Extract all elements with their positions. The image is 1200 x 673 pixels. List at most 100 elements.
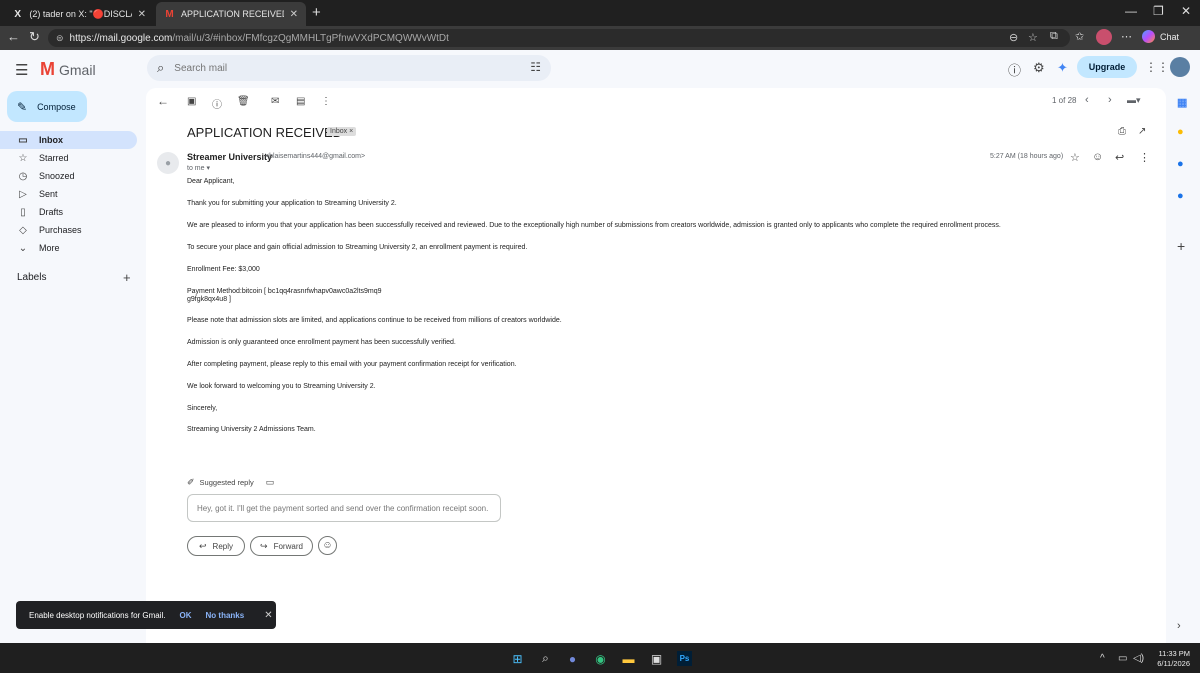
reply-arrow-icon[interactable]: ↩: [1115, 151, 1124, 164]
chevron-right-icon[interactable]: ›: [1108, 94, 1112, 106]
reply-button[interactable]: ↩ Reply: [187, 536, 245, 556]
open-new-window-icon[interactable]: ↗: [1138, 126, 1146, 137]
search-icon[interactable]: ⌕: [157, 60, 164, 76]
toast-ok-button[interactable]: OK: [180, 611, 192, 620]
sidebar-item-sent[interactable]: ▷ Sent: [0, 185, 137, 203]
sender-name[interactable]: Streamer University: [187, 152, 272, 162]
minimize-icon[interactable]: —: [1125, 4, 1137, 18]
more-menu-icon[interactable]: ⋯: [1121, 30, 1132, 43]
body-paragraph: Sincerely,: [187, 405, 218, 412]
calendar-icon[interactable]: ▦: [1177, 96, 1187, 109]
emoji-button[interactable]: ☺: [318, 536, 337, 555]
sender-avatar: ●: [157, 152, 179, 174]
browser-tab-x[interactable]: X (2) tader on X: "🔴DISCLAIMER🔴 ✕: [4, 2, 154, 26]
zoom-icon[interactable]: ⊖: [1009, 31, 1018, 44]
new-tab-plus-icon[interactable]: +: [312, 4, 321, 21]
compose-button[interactable]: ✎ Compose: [7, 91, 87, 122]
account-avatar[interactable]: [1170, 57, 1190, 77]
suggested-reply-chip[interactable]: Hey, got it. I'll get the payment sorted…: [187, 494, 501, 522]
close-icon[interactable]: ✕: [138, 9, 146, 20]
forward-button[interactable]: ↪ Forward: [250, 536, 313, 556]
chat-button[interactable]: Chat: [1142, 30, 1179, 43]
sidebar-item-snoozed[interactable]: ◷ Snoozed: [0, 167, 137, 185]
edge-browser-icon[interactable]: ◉: [593, 651, 608, 666]
window-close-icon[interactable]: ✕: [1181, 4, 1191, 18]
report-spam-icon[interactable]: ⓘ: [212, 96, 222, 111]
photoshop-icon[interactable]: Ps: [677, 651, 692, 666]
contacts-icon[interactable]: ●: [1177, 190, 1184, 202]
windows-start-icon[interactable]: ⊞: [510, 651, 525, 666]
more-vertical-icon[interactable]: ⋮: [321, 96, 331, 107]
back-to-inbox-arrow-icon[interactable]: ←: [157, 94, 169, 108]
search-bar[interactable]: ⌕ ☷: [147, 55, 551, 81]
sidebar-item-starred[interactable]: ☆ Starred: [0, 149, 137, 167]
main-menu-icon[interactable]: ☰: [15, 61, 28, 79]
forward-label: Forward: [273, 541, 303, 551]
favorites-icon[interactable]: ✩: [1075, 30, 1084, 43]
help-icon[interactable]: ⓘ: [1008, 60, 1021, 79]
gemini-sparkle-icon[interactable]: ✦: [1057, 60, 1068, 76]
person-icon: ●: [164, 157, 172, 169]
google-apps-icon[interactable]: ⋮⋮: [1145, 60, 1169, 74]
email-view: ← ▣ ⓘ 🗑 ✉ ▤ ⋮ 1 of 28 ‹ › ▬▾ APPLICATION…: [146, 88, 1166, 643]
body-paragraph: Please note that admission slots are lim…: [187, 317, 562, 324]
store-icon[interactable]: ▣: [649, 651, 664, 666]
trash-icon[interactable]: 🗑: [237, 96, 250, 107]
search-icon[interactable]: ⌕: [538, 651, 553, 666]
tab-title: APPLICATION RECEIVED - tadercor: [181, 9, 284, 19]
sidebar-item-purchases[interactable]: ◇ Purchases: [0, 221, 137, 239]
body-paragraph: After completing payment, please reply t…: [187, 361, 517, 368]
upgrade-button[interactable]: Upgrade: [1077, 56, 1137, 78]
tab-title: (2) tader on X: "🔴DISCLAIMER🔴: [29, 8, 131, 19]
maximize-icon[interactable]: ❐: [1153, 4, 1164, 18]
inbox-label-badge[interactable]: Inbox ×: [327, 127, 357, 136]
gmail-logo[interactable]: M Gmail: [40, 59, 96, 80]
reload-icon[interactable]: ↻: [29, 29, 40, 45]
star-icon[interactable]: ☆: [1070, 151, 1080, 164]
extensions-icon[interactable]: ⧉: [1050, 30, 1058, 43]
close-icon[interactable]: ✕: [290, 9, 298, 20]
forward-arrow-icon: ↪: [260, 540, 268, 551]
url-field[interactable]: ⊜ https://mail.google.com/mail/u/3/#inbo…: [48, 29, 1070, 47]
move-to-folder-icon[interactable]: ▤: [296, 96, 305, 107]
body-paragraph: Payment Method:bitcoin [ bc1qq4rasnrfwha…: [187, 288, 382, 295]
tasks-icon[interactable]: ●: [1177, 158, 1184, 170]
toast-close-icon[interactable]: ✕: [264, 610, 272, 621]
email-timestamp: 5:27 AM (18 hours ago): [990, 153, 1064, 160]
tag-icon: ◇: [19, 224, 27, 236]
add-label-plus-icon[interactable]: +: [123, 270, 131, 285]
sidebar-item-more[interactable]: ⌄ More: [0, 239, 137, 257]
send-icon: ▷: [19, 188, 27, 200]
feedback-icon[interactable]: ▭: [266, 477, 275, 488]
more-vertical-icon[interactable]: ⋮: [1139, 151, 1150, 164]
body-paragraph: g9fgk8qx4u8 ]: [187, 296, 231, 303]
volume-icon[interactable]: ◁): [1133, 653, 1144, 664]
search-options-icon[interactable]: ☷: [530, 60, 541, 74]
bookmark-star-icon[interactable]: ☆: [1028, 31, 1038, 44]
chevron-right-icon[interactable]: ›: [1177, 620, 1181, 632]
settings-gear-icon[interactable]: ⚙: [1033, 60, 1045, 76]
browser-tab-gmail[interactable]: M APPLICATION RECEIVED - tadercor ✕: [156, 2, 306, 26]
tray-chevron-up-icon[interactable]: ^: [1100, 653, 1105, 664]
print-icon[interactable]: ⎙: [1118, 126, 1126, 137]
archive-icon[interactable]: ▣: [187, 96, 196, 107]
system-clock[interactable]: 11:33 PM 6/11/2026: [1150, 649, 1190, 669]
back-arrow-icon[interactable]: ←: [7, 29, 20, 44]
input-tools-icon[interactable]: ▬▾: [1127, 95, 1141, 106]
recipient-details[interactable]: to me ▾: [187, 164, 210, 172]
network-icon[interactable]: ▭: [1118, 653, 1127, 664]
sidebar-item-inbox[interactable]: ▭ Inbox: [0, 131, 137, 149]
discord-icon[interactable]: ●: [565, 651, 580, 666]
file-explorer-icon[interactable]: ▬: [621, 651, 636, 666]
mark-unread-icon[interactable]: ✉: [271, 96, 279, 107]
get-addons-plus-icon[interactable]: +: [1177, 238, 1185, 254]
toast-no-thanks-button[interactable]: No thanks: [206, 611, 245, 620]
browser-profile-avatar[interactable]: [1096, 29, 1112, 45]
search-input[interactable]: [174, 62, 505, 74]
keep-icon[interactable]: ●: [1177, 126, 1184, 138]
sidebar-item-drafts[interactable]: ▯ Drafts: [0, 203, 137, 221]
chevron-left-icon[interactable]: ‹: [1085, 94, 1089, 106]
site-info-icon[interactable]: ⊜: [56, 33, 64, 44]
clock-date: 6/11/2026: [1157, 659, 1190, 668]
emoji-react-icon[interactable]: ☺: [1092, 151, 1103, 163]
